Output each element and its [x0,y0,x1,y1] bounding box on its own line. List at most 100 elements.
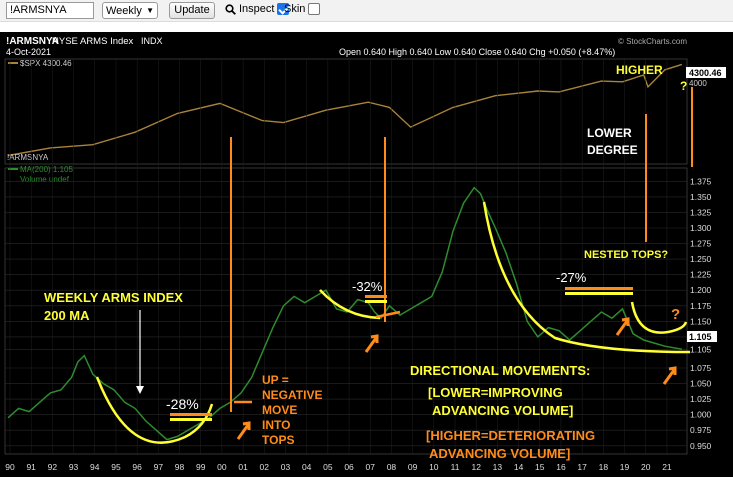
y-tick-label: 1.025 [690,394,712,404]
y-tick-label: 1.250 [690,254,712,264]
y-tick-label: 1.105 [690,344,712,354]
y-tick-label: 0.975 [690,425,712,435]
y-tick-label: 1.300 [690,223,712,233]
x-tick-label: 13 [493,462,503,472]
bar-28 [170,413,212,416]
x-tick-label: 98 [175,462,185,472]
label-directional: DIRECTIONAL MOVEMENTS: [410,363,590,378]
search-icon [225,3,236,15]
y-tick-label: 1.375 [690,176,712,186]
x-tick-label: 07 [366,462,376,472]
x-tick-label: 93 [69,462,79,472]
x-tick-label: 16 [556,462,566,472]
x-tick-label: 10 [429,462,439,472]
x-tick-label: 12 [471,462,481,472]
toolbar: !ARMSNYA Weekly ▼ Update Inspect Skin [0,0,733,22]
x-tick-label: 11 [451,462,460,472]
chart-exchange: INDX [141,36,163,46]
x-tick-label: 21 [662,462,672,472]
x-tick-label: 01 [238,462,248,472]
x-tick-label: 19 [620,462,630,472]
x-tick-label: 94 [90,462,100,472]
x-tick-label: 02 [260,462,270,472]
label-up-4: TOPS [262,433,294,447]
x-tick-label: 97 [154,462,164,472]
chart-canvas: !ARMSNYA NYSE ARMS Index INDX 4-Oct-2021… [4,36,726,472]
y-tick-label: 1.075 [690,363,712,373]
skin-checkbox[interactable] [308,3,321,15]
arrow-2007 [364,337,378,353]
x-tick-label: 95 [111,462,121,472]
y-tick-label: 1.350 [690,192,712,202]
x-tick-label: 91 [26,462,36,472]
label-pct-32: -32% [352,279,383,294]
x-tick-label: 06 [344,462,354,472]
y-axis: 1.375 1.350 1.325 1.300 1.275 1.250 1.225 1.200… [690,176,712,450]
x-tick-label: 09 [408,462,418,472]
skin-label: Skin [284,3,306,15]
skin-control[interactable]: Skin [284,3,321,15]
label-200ma: 200 MA [44,308,90,323]
label-weekly-arms: WEEKLY ARMS INDEX [44,290,183,305]
chart-watermark: © StockCharts.com [618,37,687,46]
label-lower-degree-0: LOWER [587,126,632,140]
y-tick-label: 1.150 [690,316,712,326]
update-button[interactable]: Update [169,2,215,19]
x-tick-label: 00 [217,462,227,472]
chart-date: 4-Oct-2021 [6,47,51,57]
label-higher-det: [HIGHER=DETERIORATING [426,428,595,443]
chart-area: !ARMSNYA NYSE ARMS Index INDX 4-Oct-2021… [0,32,733,477]
label-up-2: MOVE [262,403,297,417]
x-tick-label: 08 [387,462,397,472]
label-adv-vol-1: ADVANCING VOLUME] [432,403,573,418]
upper-panel-frame [4,58,688,165]
chevron-down-icon: ▼ [146,6,154,15]
x-tick-label: 04 [302,462,312,472]
ma-last-value: 1.105 [689,332,712,342]
symbol-input[interactable]: !ARMSNYA [6,2,94,19]
spx-tick: 4000 [689,79,707,88]
label-pct-28: -28% [166,396,199,412]
label-nested-tops: NESTED TOPS? [584,249,668,261]
y-tick-label: 1.000 [690,410,712,420]
inspect-label: Inspect [239,3,275,15]
y-tick-label: 1.325 [690,207,712,217]
x-tick-label: 14 [514,462,524,472]
label-adv-vol-2: ADVANCING VOLUME] [429,446,570,461]
arrow-2021 [662,369,676,385]
bar-27 [565,287,633,290]
spx-line [7,63,683,157]
bar-32-b [365,300,387,303]
tick-2007 [375,310,401,319]
ma-legend: MA(200) 1.105 [20,165,73,174]
spx-legend: $SPX 4300.46 [20,59,72,68]
x-tick-label: 96 [132,462,142,472]
spx-last-value: 4300.46 [689,68,722,78]
x-tick-label: 03 [281,462,291,472]
label-pct-27: -27% [556,270,587,285]
bar-28-b [170,418,212,421]
label-question-2: ? [671,306,680,323]
y-tick-label: 1.200 [690,285,712,295]
bar-27-b [565,292,633,295]
period-selected-label: Weekly [106,4,142,17]
x-tick-label: 17 [577,462,587,472]
label-higher: HIGHER [616,63,663,77]
y-tick-label: 1.225 [690,270,712,280]
y-tick-label: 1.050 [690,379,712,389]
chart-name: NYSE ARMS Index [52,36,134,47]
x-tick-label: 15 [535,462,545,472]
period-select[interactable]: Weekly ▼ [102,2,158,19]
chart-ohlc: Open 0.640 High 0.640 Low 0.640 Close 0.… [339,47,615,57]
x-tick-label: 20 [641,462,651,472]
inspect-control[interactable]: Inspect [225,3,290,15]
x-tick-label: 05 [323,462,333,472]
label-lower-degree-1: DEGREE [587,143,638,157]
label-up-3: INTO [262,418,290,432]
y-tick-label: 1.175 [690,301,712,311]
x-tick-label: 18 [599,462,609,472]
label-up-0: UP = [262,373,289,387]
x-tick-label: 99 [196,462,206,472]
y-tick-label: 1.275 [690,239,712,249]
x-tick-label: 90 [5,462,15,472]
